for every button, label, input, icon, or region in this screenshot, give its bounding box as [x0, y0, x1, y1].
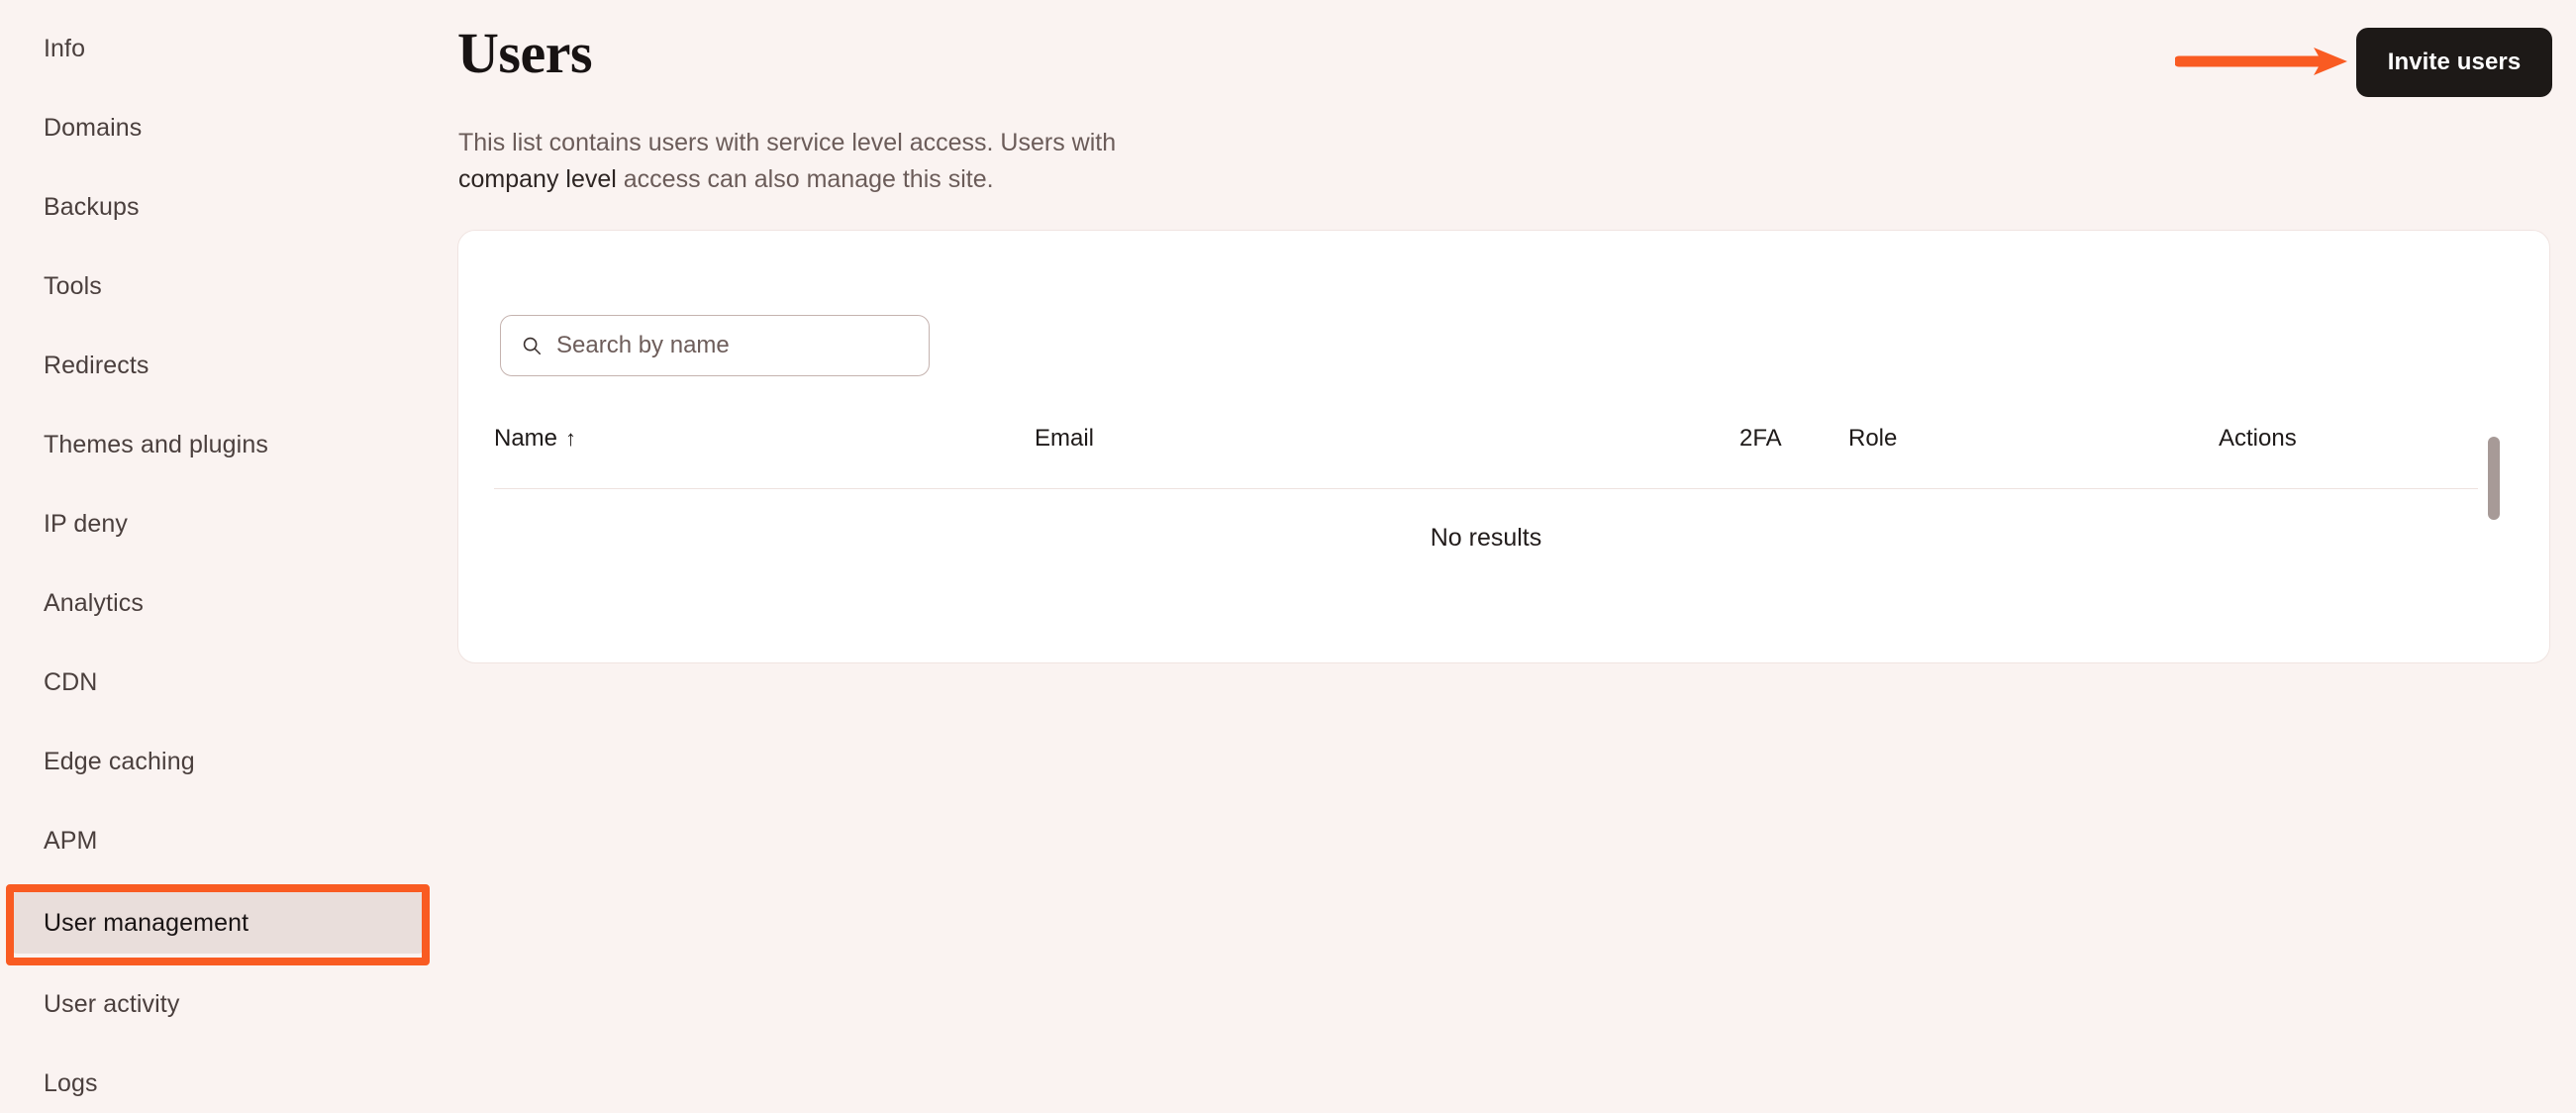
column-header-2fa-label: 2FA — [1739, 425, 1782, 452]
table-header-row: Name ↑ Email 2FA Role Actions — [494, 425, 2478, 489]
page-description-part1: This list contains users with service le… — [458, 129, 1117, 156]
sidebar-item-logs[interactable]: Logs — [8, 1053, 428, 1113]
column-header-role[interactable]: Role — [1848, 425, 2219, 489]
search-input[interactable] — [556, 332, 929, 359]
empty-state-message: No results — [1430, 524, 1542, 552]
column-header-actions: Actions — [2219, 425, 2478, 489]
column-header-email-label: Email — [1035, 425, 1095, 452]
column-header-name[interactable]: Name ↑ — [494, 425, 1035, 489]
sidebar-item-backups[interactable]: Backups — [8, 176, 428, 238]
sidebar-item-label: Info — [44, 34, 86, 62]
sidebar-item-label: Edge caching — [44, 747, 195, 775]
sidebar-item-cdn[interactable]: CDN — [8, 652, 428, 713]
sidebar-item-edge-caching[interactable]: Edge caching — [8, 731, 428, 792]
column-header-2fa[interactable]: 2FA — [1739, 425, 1848, 489]
app-root: Info Domains Backups Tools Redirects The… — [0, 0, 2576, 1113]
sidebar-item-label: User activity — [44, 989, 180, 1018]
sidebar-nav: Info Domains Backups Tools Redirects The… — [0, 0, 457, 1113]
invite-users-button[interactable]: Invite users — [2356, 28, 2552, 97]
sidebar-item-label: Redirects — [44, 351, 149, 379]
sidebar-item-themes-and-plugins[interactable]: Themes and plugins — [8, 414, 428, 475]
sidebar-item-label: Themes and plugins — [44, 430, 268, 458]
users-card: Name ↑ Email 2FA Role Actions No results — [457, 230, 2550, 663]
column-header-actions-label: Actions — [2219, 425, 2297, 452]
sidebar-item-label: Backups — [44, 192, 140, 221]
sidebar-item-ip-deny[interactable]: IP deny — [8, 493, 428, 555]
page-description-emphasis: company level — [458, 165, 617, 193]
table-scrollbar[interactable] — [2486, 427, 2502, 524]
annotation-arrow-icon — [2175, 48, 2347, 75]
sidebar-item-tools[interactable]: Tools — [8, 255, 428, 317]
sidebar-item-label: APM — [44, 826, 98, 855]
sidebar-item-label: User management — [44, 908, 249, 937]
sidebar-item-info[interactable]: Info — [8, 18, 428, 79]
table-scrollbar-thumb[interactable] — [2488, 437, 2500, 520]
page-title: Users — [457, 21, 593, 85]
sidebar-item-apm[interactable]: APM — [8, 810, 428, 871]
sidebar-item-user-management[interactable]: User management — [8, 892, 428, 954]
sidebar-item-label: Analytics — [44, 588, 144, 617]
users-table: Name ↑ Email 2FA Role Actions — [494, 425, 2478, 489]
sidebar-item-analytics[interactable]: Analytics — [8, 572, 428, 634]
sidebar-item-domains[interactable]: Domains — [8, 97, 428, 158]
sidebar-item-label: Tools — [44, 271, 102, 300]
sort-ascending-icon: ↑ — [565, 426, 577, 451]
sidebar-item-label: Domains — [44, 113, 143, 142]
column-header-email[interactable]: Email — [1035, 425, 1739, 489]
sidebar-item-label: IP deny — [44, 509, 129, 538]
main-content: Users This list contains users with serv… — [457, 0, 2576, 1113]
column-header-name-label: Name — [494, 425, 558, 452]
sidebar-item-redirects[interactable]: Redirects — [8, 335, 428, 396]
search-field[interactable] — [500, 315, 930, 376]
table-header: Name ↑ Email 2FA Role Actions — [494, 425, 2478, 489]
page-description-part2: access can also manage this site. — [616, 165, 994, 193]
page-description: This list contains users with service le… — [458, 125, 1141, 198]
column-header-role-label: Role — [1848, 425, 1898, 452]
search-icon — [523, 337, 542, 355]
sidebar-item-user-activity[interactable]: User activity — [8, 973, 428, 1035]
sidebar-item-label: Logs — [44, 1068, 98, 1097]
sidebar-item-label: CDN — [44, 667, 98, 696]
